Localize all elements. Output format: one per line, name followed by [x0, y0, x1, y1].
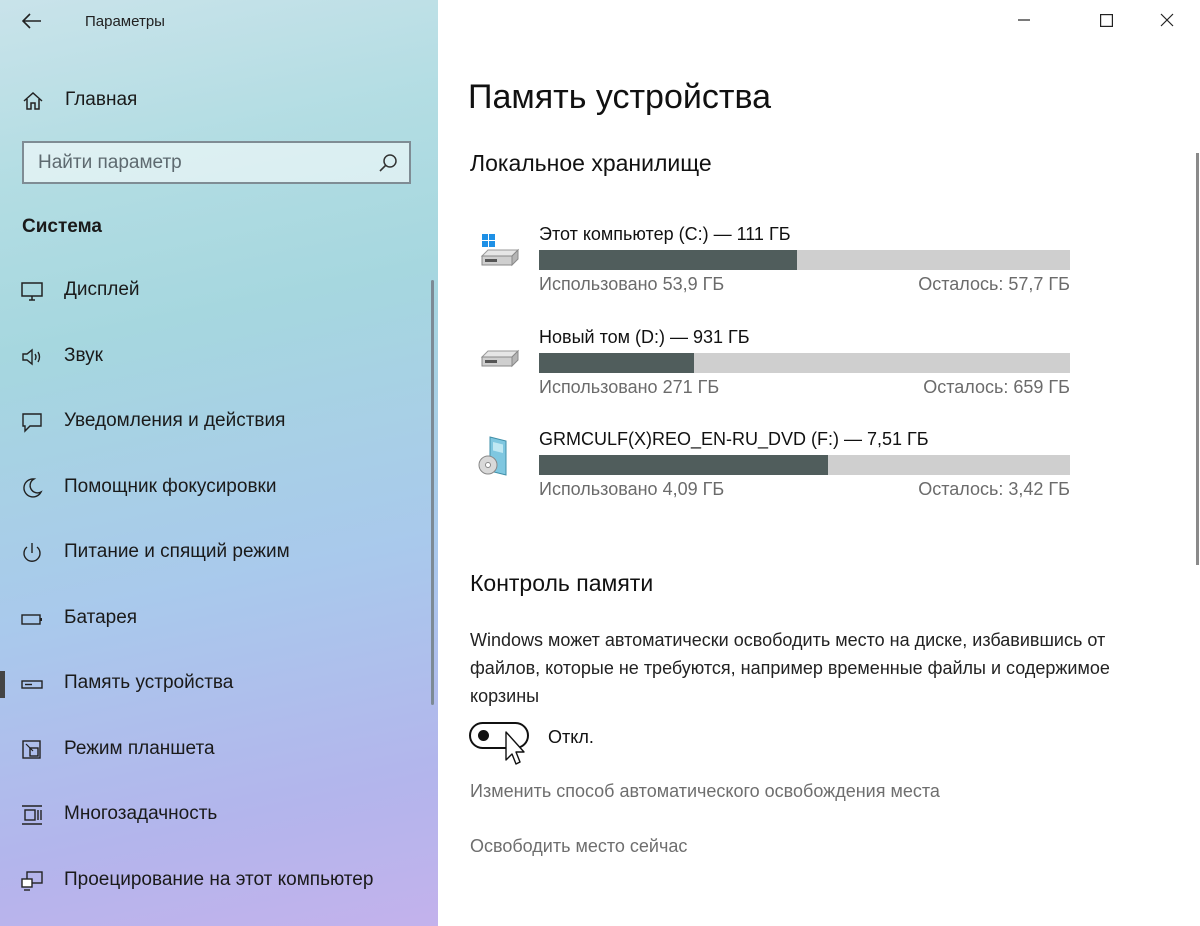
sidebar-item-tablet-mode[interactable]: Режим планшета	[0, 717, 425, 783]
usage-bar	[539, 455, 1070, 475]
free-space-label: Осталось: 57,7 ГБ	[918, 274, 1070, 294]
sidebar-item-notifications[interactable]: Уведомления и действия	[0, 389, 425, 455]
notifications-icon	[22, 413, 42, 433]
storage-sense-description: Windows может автоматически освободить м…	[470, 630, 1110, 706]
sidebar-item-projecting[interactable]: Проецирование на этот компьютер	[0, 848, 425, 914]
sidebar-item-storage[interactable]: Память устройства	[0, 651, 425, 717]
multitasking-icon	[22, 805, 42, 825]
sidebar-item-power[interactable]: Питание и спящий режим	[0, 520, 425, 586]
sidebar-item-label: Проецирование на этот компьютер	[64, 868, 374, 890]
free-space-label: Осталось: 659 ГБ	[923, 377, 1070, 397]
minimize-icon	[1018, 19, 1030, 21]
home-icon	[23, 91, 43, 110]
sidebar-item-label: Уведомления и действия	[64, 410, 286, 431]
storage-sense-heading: Контроль памяти	[470, 570, 654, 596]
free-space-label: Осталось: 3,42 ГБ	[918, 479, 1070, 499]
tablet-icon	[22, 739, 41, 759]
search-box[interactable]	[22, 141, 411, 184]
sidebar-item-label: Помощник фокусировки	[64, 475, 277, 497]
drive-item-f[interactable]: GRMCULF(X)REO_EN-RU_DVD (F:) — 7,51 ГБ И…	[468, 429, 1078, 515]
sidebar-scrollbar[interactable]	[431, 280, 434, 705]
battery-icon	[21, 613, 42, 625]
sidebar-item-label: Режим планшета	[64, 737, 215, 759]
toggle-knob	[478, 730, 489, 741]
system-drive-icon	[480, 234, 520, 267]
drive-name: Новый том (D:) — 931 ГБ	[539, 327, 750, 347]
hard-drive-icon	[480, 349, 520, 368]
sidebar-item-label: Звук	[64, 344, 103, 366]
sidebar-item-home[interactable]: Главная	[0, 80, 420, 120]
local-storage-heading: Локальное хранилище	[470, 150, 712, 176]
drive-name: Этот компьютер (C:) — 111 ГБ	[539, 224, 791, 244]
drive-name: GRMCULF(X)REO_EN-RU_DVD (F:) — 7,51 ГБ	[539, 429, 929, 449]
used-space-label: Использовано 53,9 ГБ	[539, 274, 725, 294]
display-icon	[21, 282, 43, 301]
sidebar-item-label: Питание и спящий режим	[64, 541, 290, 562]
search-input[interactable]	[24, 150, 360, 175]
sidebar-item-label: Многозадачность	[64, 803, 218, 824]
close-button[interactable]	[1143, 0, 1191, 40]
power-icon	[23, 543, 41, 562]
maximize-button[interactable]	[1082, 0, 1130, 40]
mouse-cursor-icon	[505, 731, 525, 765]
usage-bar-fill	[539, 353, 694, 373]
storage-icon	[21, 680, 43, 689]
sidebar: Параметры Главная Система Дисплей Звук	[0, 0, 438, 926]
sound-icon	[22, 348, 41, 365]
sidebar-item-sound[interactable]: Звук	[0, 324, 425, 390]
search-icon[interactable]	[377, 152, 399, 174]
close-icon	[1160, 13, 1174, 27]
free-space-now-link[interactable]: Освободить место сейчас	[470, 836, 687, 857]
usage-bar-fill	[539, 250, 798, 270]
sidebar-item-display[interactable]: Дисплей	[0, 258, 425, 324]
sidebar-item-focus-assist[interactable]: Помощник фокусировки	[0, 455, 425, 521]
moon-icon	[23, 477, 43, 498]
dvd-drive-icon	[478, 436, 507, 476]
sidebar-item-multitasking[interactable]: Многозадачность	[0, 782, 425, 848]
back-button[interactable]	[14, 4, 50, 38]
sidebar-item-battery[interactable]: Батарея	[0, 586, 425, 652]
section-title: Система	[22, 216, 102, 237]
sidebar-item-label: Главная	[65, 89, 138, 110]
projecting-icon	[21, 870, 43, 891]
used-space-label: Использовано 4,09 ГБ	[539, 479, 725, 499]
sidebar-item-label: Дисплей	[64, 279, 140, 300]
minimize-button[interactable]	[1000, 0, 1048, 40]
main-scrollbar[interactable]	[1196, 153, 1199, 565]
usage-bar	[539, 353, 1070, 373]
main-pane: Память устройства Локальное хранилище Эт…	[438, 0, 1200, 926]
usage-bar-fill	[539, 455, 829, 475]
maximize-icon	[1099, 13, 1113, 27]
toggle-state-label: Откл.	[548, 727, 594, 747]
used-space-label: Использовано 271 ГБ	[539, 377, 720, 397]
change-auto-free-link[interactable]: Изменить способ автоматического освобожд…	[470, 781, 940, 802]
sidebar-item-label: Батарея	[64, 606, 138, 628]
page-title: Память устройства	[468, 78, 772, 116]
drive-item-d[interactable]: Новый том (D:) — 931 ГБ Использовано 271…	[468, 327, 1078, 413]
usage-bar	[539, 250, 1070, 270]
sidebar-nav: Дисплей Звук Уведомления и действия Помо…	[0, 258, 425, 913]
app-title: Параметры	[85, 13, 165, 30]
drive-item-c[interactable]: Этот компьютер (C:) — 111 ГБ Использован…	[468, 224, 1078, 310]
sidebar-item-label: Память устройства	[64, 672, 234, 693]
back-arrow-icon	[22, 13, 41, 29]
